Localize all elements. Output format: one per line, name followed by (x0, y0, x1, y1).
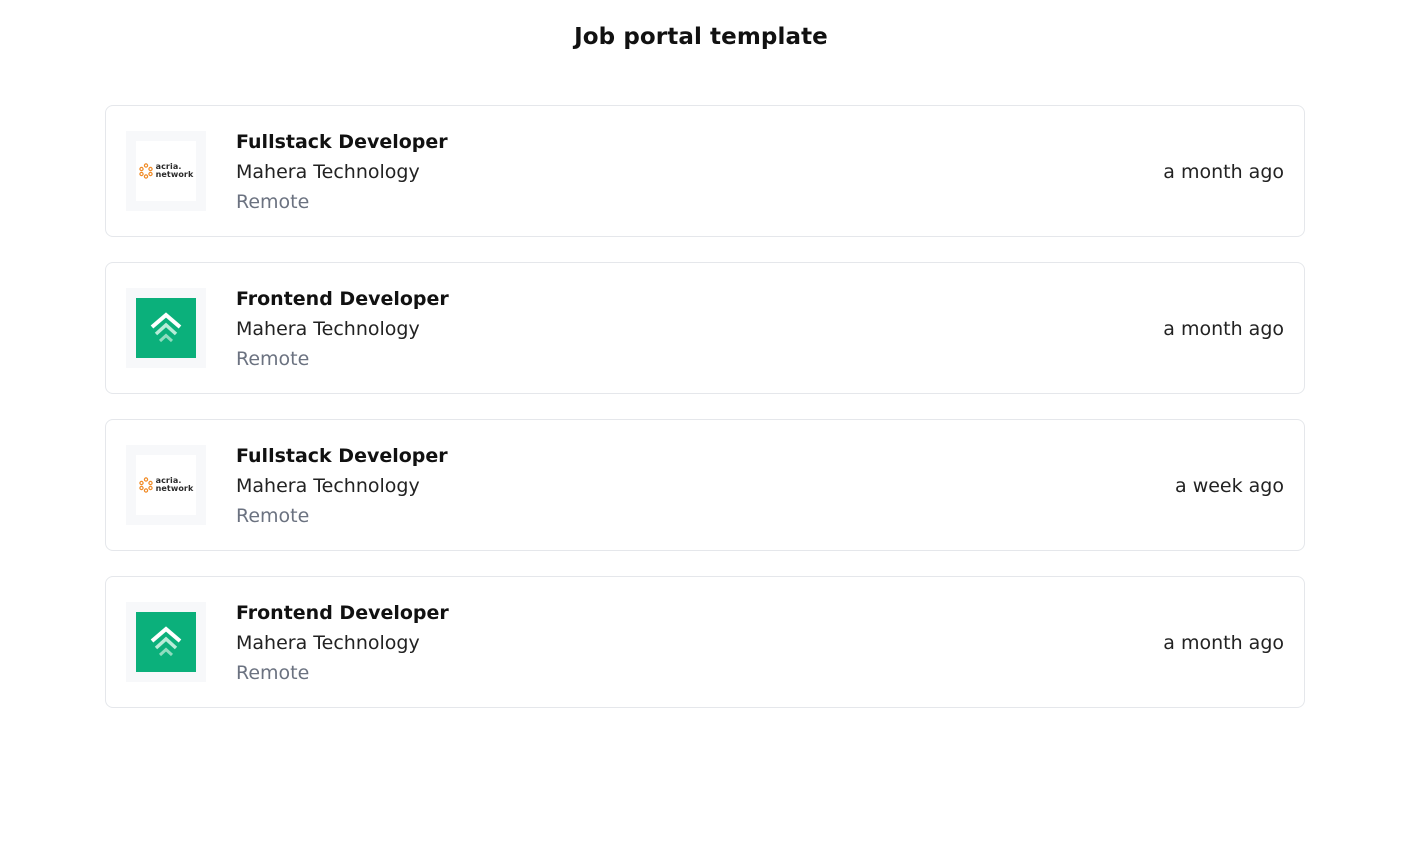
chevron-up-icon (150, 312, 182, 343)
acria-network-logo: acria. network (136, 141, 196, 201)
job-location: Remote (236, 191, 310, 213)
acria-wordmark: acria. network (155, 162, 194, 179)
job-company: Mahera Technology (236, 161, 420, 183)
acria-network-logo: acria. network (136, 455, 196, 515)
job-card[interactable]: acria. network Fullstack Developer Maher… (105, 105, 1305, 237)
job-title[interactable]: Frontend Developer (236, 601, 449, 631)
company-logo (126, 288, 206, 368)
chevron-up-icon (150, 626, 182, 657)
job-location: Remote (236, 505, 310, 527)
job-company: Mahera Technology (236, 475, 420, 497)
job-location: Remote (236, 348, 310, 370)
company-logo (126, 602, 206, 682)
job-title[interactable]: Fullstack Developer (236, 444, 448, 474)
job-info: Frontend Developer Mahera Technology Rem… (236, 601, 449, 691)
job-posted-time: a month ago (1163, 318, 1284, 340)
company-logo: acria. network (126, 131, 206, 211)
green-chevron-logo (136, 612, 196, 672)
job-info: Fullstack Developer Mahera Technology Re… (236, 130, 448, 220)
acria-wordmark: acria. network (155, 476, 194, 493)
acria-dots-icon (138, 477, 153, 493)
job-title[interactable]: Frontend Developer (236, 287, 449, 317)
job-card[interactable]: Frontend Developer Mahera Technology Rem… (105, 262, 1305, 394)
job-card[interactable]: acria. network Fullstack Developer Maher… (105, 419, 1305, 551)
job-company: Mahera Technology (236, 318, 420, 340)
job-posted-time: a week ago (1175, 475, 1284, 497)
acria-dots-icon (138, 163, 153, 179)
job-card[interactable]: Frontend Developer Mahera Technology Rem… (105, 576, 1305, 708)
job-company: Mahera Technology (236, 632, 420, 654)
job-location: Remote (236, 662, 310, 684)
job-info: Fullstack Developer Mahera Technology Re… (236, 444, 448, 534)
job-posted-time: a month ago (1163, 632, 1284, 654)
job-title[interactable]: Fullstack Developer (236, 130, 448, 160)
job-list: acria. network Fullstack Developer Maher… (105, 105, 1305, 733)
company-logo: acria. network (126, 445, 206, 525)
green-chevron-logo (136, 298, 196, 358)
job-posted-time: a month ago (1163, 161, 1284, 183)
job-info: Frontend Developer Mahera Technology Rem… (236, 287, 449, 377)
page-title: Job portal template (574, 24, 828, 50)
